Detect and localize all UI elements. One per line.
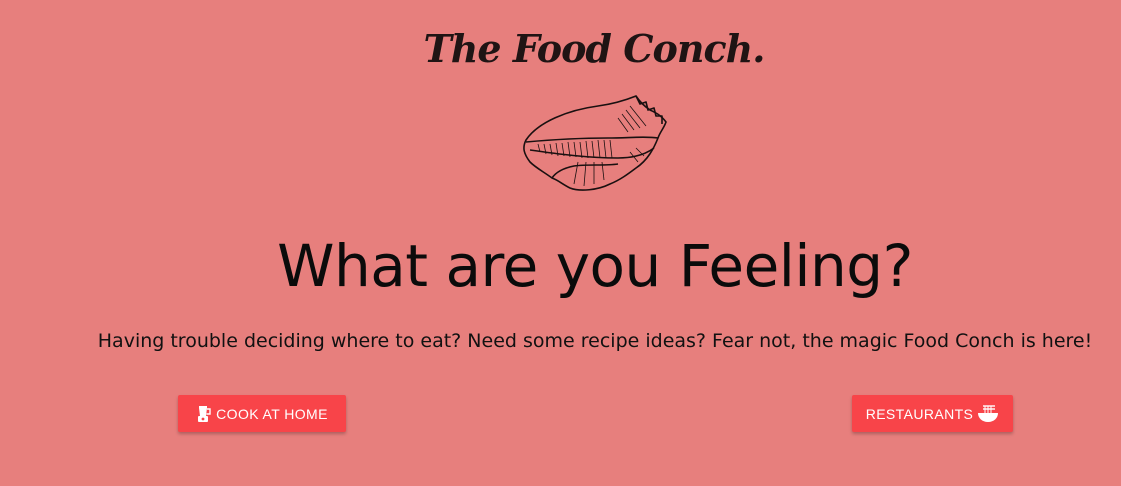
blender-icon bbox=[196, 405, 212, 423]
site-title: The Food Conch. bbox=[423, 26, 766, 71]
cook-at-home-label: COOK AT HOME bbox=[216, 405, 328, 422]
restaurants-button[interactable]: RESTAURANTS bbox=[852, 395, 1013, 432]
noodle-bowl-icon bbox=[977, 404, 999, 423]
page-subtitle: Having trouble deciding where to eat? Ne… bbox=[97, 330, 1093, 352]
page-headline: What are you Feeling? bbox=[277, 232, 913, 300]
restaurants-label: RESTAURANTS bbox=[865, 405, 974, 422]
conch-shell-icon bbox=[518, 92, 674, 194]
cook-at-home-button[interactable]: COOK AT HOME bbox=[178, 395, 346, 432]
